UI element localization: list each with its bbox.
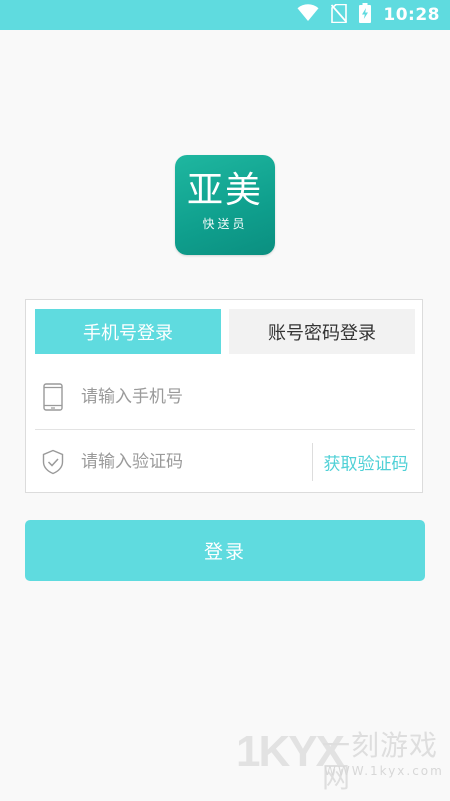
tab-phone-login-label: 手机号登录 [83,322,173,344]
no-sim-icon [331,3,348,27]
login-card: 手机号登录 账号密码登录 获取验证码 [25,299,423,493]
watermark-name: 一刻游戏网 [322,729,439,794]
shield-check-icon [41,447,65,477]
logo-subtitle: 快送员 [202,217,248,231]
wifi-icon [297,4,319,26]
tab-account-login-label: 账号密码登录 [268,322,376,344]
phone-input[interactable] [81,382,301,412]
code-input[interactable] [81,447,301,477]
status-bar: 10:28 [0,0,450,30]
logo-title: 亚美 [186,170,263,211]
login-button-label: 登录 [203,541,246,563]
tab-account-login[interactable]: 账号密码登录 [229,309,415,354]
battery-charging-icon [359,3,372,27]
code-divider [312,443,313,481]
login-button[interactable]: 登录 [25,520,425,581]
phone-icon [41,382,65,412]
watermark: 1KYX 一刻游戏网 WWW.1kyx.com [236,726,446,794]
watermark-url: WWW.1kyx.com [324,764,444,778]
tab-phone-login[interactable]: 手机号登录 [35,309,221,354]
get-code-button[interactable]: 获取验证码 [317,450,415,475]
code-row: 获取验证码 [35,430,415,494]
status-icons: 10:28 [297,0,440,30]
phone-row [35,365,415,430]
status-time: 10:28 [383,5,440,25]
app-logo: 亚美 快送员 [175,155,275,255]
